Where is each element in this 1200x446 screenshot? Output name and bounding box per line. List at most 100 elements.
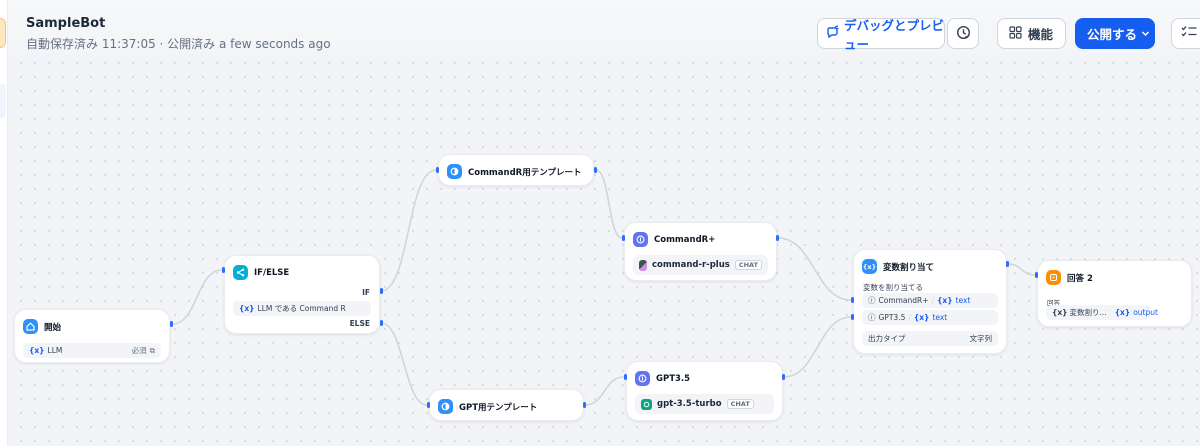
openai-logo-icon: [641, 398, 652, 410]
handle-assigner-in-1[interactable]: [851, 297, 854, 303]
handle-else-out[interactable]: [380, 320, 383, 326]
debug-preview-button[interactable]: デバッグとプレビュー: [817, 18, 945, 52]
chat-badge: CHAT: [734, 260, 762, 270]
node-header: 回答 2: [1046, 270, 1093, 285]
chat-badge: CHAT: [726, 399, 754, 409]
node-title: 開始: [44, 322, 62, 333]
output-type-row: 出力タイプ 文字列: [862, 331, 998, 346]
node-answer[interactable]: 回答 2 回答 {x} 変数割り... {x} output: [1037, 260, 1192, 327]
node-header: 開始: [23, 319, 61, 334]
template-icon: [447, 164, 462, 179]
autosave-status: 自動保存済み 11:37:05 · 公開済み a few seconds ago: [26, 37, 331, 51]
source-node: GPT3.5: [878, 313, 906, 322]
node-title: IF/ELSE: [254, 267, 290, 278]
node-header: CommandR用テンプレート: [447, 164, 581, 179]
branch-icon: [233, 265, 248, 280]
condition-row: {x} LLM である Command R: [233, 301, 371, 316]
app-title: SampleBot: [26, 16, 106, 31]
model-name: gpt-3.5-turbo: [657, 399, 722, 409]
checklist-button[interactable]: [1171, 18, 1200, 49]
else-label: ELSE: [349, 319, 370, 328]
handle-assigner-in-2[interactable]: [851, 314, 854, 320]
variable-name: text: [955, 296, 971, 305]
cohere-logo-icon: [639, 259, 647, 271]
copy-icon: ⧉: [149, 345, 155, 355]
workflow-canvas[interactable]: [0, 0, 1200, 446]
node-start[interactable]: 開始 {x} LLM 必須 ⧉: [14, 309, 170, 363]
answer-variable-row: {x} 変数割り... {x} output: [1046, 305, 1158, 320]
checklist-icon: [1181, 25, 1197, 42]
handle-template-gpt-out[interactable]: [583, 402, 586, 408]
node-llm-commandr[interactable]: CommandR+ command-r-plus CHAT: [624, 222, 777, 281]
handle-template-commandr-in[interactable]: [436, 167, 439, 173]
source-node: CommandR+: [878, 296, 929, 305]
variable-name: text: [932, 313, 948, 322]
if-label: IF: [362, 288, 370, 297]
node-title: GPT用テンプレート: [459, 402, 538, 413]
node-header: IF/ELSE: [233, 265, 289, 280]
model-name: command-r-plus: [652, 260, 730, 270]
node-title: CommandR+: [654, 234, 716, 245]
node-ifelse[interactable]: IF/ELSE IF {x} LLM である Command R ELSE: [224, 255, 380, 334]
handle-assigner-out[interactable]: [1006, 261, 1009, 267]
assigned-variable-row: ⓘ CommandR+ / {x} text: [862, 293, 998, 308]
variable-icon: {x}: [937, 296, 953, 305]
variable-name: output: [1133, 308, 1158, 317]
assigned-variable-row: ⓘ GPT3.5 / {x} text: [862, 310, 998, 325]
handle-answer-in[interactable]: [1035, 272, 1038, 278]
handle-if-out[interactable]: [380, 288, 383, 294]
node-title: 変数割り当て: [883, 262, 935, 273]
chevron-down-icon: [1141, 26, 1150, 41]
node-template-commandr[interactable]: CommandR用テンプレート: [438, 154, 594, 186]
handle-llm-gpt-out[interactable]: [782, 374, 785, 380]
handle-template-commandr-out[interactable]: [594, 167, 597, 173]
handle-template-gpt-in[interactable]: [427, 402, 430, 408]
answer-icon: [1046, 270, 1061, 285]
node-header: GPT3.5: [635, 371, 690, 386]
handle-llm-commandr-out[interactable]: [776, 235, 779, 241]
node-header: {x} 変数割り当て: [862, 259, 934, 274]
node-title: CommandR用テンプレート: [468, 167, 582, 178]
node-template-gpt[interactable]: GPT用テンプレート: [429, 389, 584, 421]
handle-llm-gpt-in[interactable]: [624, 374, 627, 380]
llm-icon: ⓘ: [868, 296, 876, 305]
history-clock-icon: [956, 25, 971, 43]
node-header: CommandR+: [633, 232, 715, 247]
handle-llm-commandr-in[interactable]: [622, 235, 625, 241]
features-button[interactable]: 機能: [997, 18, 1066, 49]
node-llm-gpt[interactable]: GPT3.5 gpt-3.5-turbo CHAT: [626, 361, 783, 421]
variable-name: LLM: [47, 346, 63, 355]
node-title: 回答 2: [1067, 273, 1093, 284]
variable-assigner-icon: {x}: [862, 259, 877, 274]
features-label: 機能: [1028, 27, 1054, 42]
required-label: 必須: [131, 346, 147, 355]
output-type-label: 出力タイプ: [868, 334, 906, 343]
model-selector[interactable]: gpt-3.5-turbo CHAT: [635, 394, 774, 414]
node-variable-assigner[interactable]: {x} 変数割り当て 変数を割り当てる ⓘ CommandR+ / {x} te…: [853, 249, 1007, 354]
variable-icon: {x}: [29, 346, 45, 355]
template-icon: [438, 399, 453, 414]
run-history-button[interactable]: [947, 18, 979, 49]
grid-icon: [1009, 25, 1022, 42]
sidebar-selected-item[interactable]: [0, 84, 6, 118]
publish-button[interactable]: 公開する: [1075, 18, 1155, 49]
debug-preview-label: デバッグとプレビュー: [844, 17, 945, 52]
variable-icon: {x}: [1114, 308, 1131, 317]
variable-icon: {x}: [239, 304, 255, 313]
model-selector[interactable]: command-r-plus CHAT: [633, 255, 768, 275]
left-sidebar: [0, 0, 8, 446]
home-icon: [23, 319, 38, 334]
app-avatar[interactable]: [0, 18, 6, 48]
llm-icon: ⓘ: [868, 313, 876, 322]
start-variable-row: {x} LLM 必須 ⧉: [23, 343, 161, 358]
handle-start-out[interactable]: [170, 321, 173, 327]
assigner-subtitle: 変数を割り当てる: [863, 283, 923, 292]
debug-bug-icon: [826, 25, 840, 42]
llm-icon: [633, 232, 648, 247]
node-header: GPT用テンプレート: [438, 399, 537, 414]
output-type-value: 文字列: [969, 334, 993, 343]
variable-icon: {x}: [913, 313, 930, 322]
handle-ifelse-in[interactable]: [222, 267, 225, 273]
publish-label: 公開する: [1087, 27, 1138, 42]
node-title: GPT3.5: [656, 373, 691, 384]
